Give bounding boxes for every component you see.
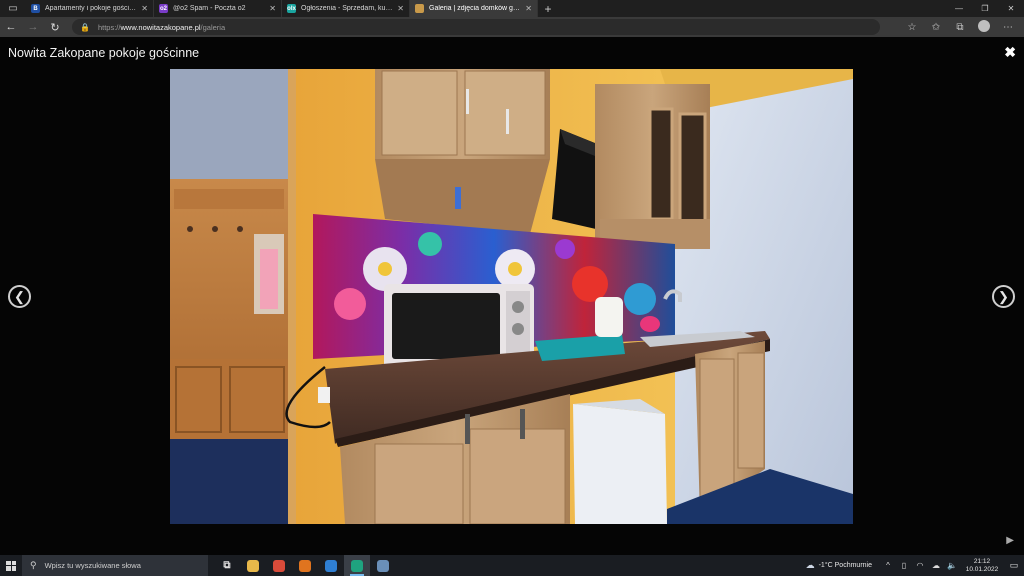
taskbar-app[interactable]: ⧉	[214, 555, 240, 576]
browser-tab[interactable]: Galeria | zdjęcia domków górals ✕	[410, 0, 538, 17]
profile-avatar[interactable]	[972, 19, 996, 35]
lock-icon[interactable]: 🔒	[80, 23, 90, 32]
previous-image-button[interactable]: ❮	[8, 285, 31, 308]
gallery-photo-kitchenette	[170, 69, 853, 524]
browser-tab[interactable]: B Apartamenty i pokoje gościnne N ✕	[26, 0, 154, 17]
gallery-lightbox: Nowita Zakopane pokoje gościnne ✖ ❮ ❯ ▶	[0, 37, 1024, 555]
window-close-icon[interactable]: ✕	[998, 0, 1024, 17]
favorites-icon[interactable]: ✩	[924, 22, 948, 33]
taskbar-app[interactable]	[344, 555, 370, 576]
chevron-up-icon[interactable]: ^	[880, 561, 896, 570]
search-placeholder: Wpisz tu wyszukiwane słowa	[44, 561, 141, 570]
clock-date: 10.01.2022	[965, 565, 999, 573]
edge-icon	[351, 559, 363, 572]
forward-icon[interactable]: →	[22, 21, 44, 33]
start-button[interactable]	[0, 555, 22, 576]
mail-icon	[325, 559, 337, 572]
taskbar-app[interactable]	[240, 555, 266, 576]
device-icon[interactable]: ▯	[896, 561, 912, 570]
url-field[interactable]: 🔒 https:// www.nowitazakopane.pl /galeri…	[72, 19, 880, 35]
tab-close-icon[interactable]: ✕	[269, 4, 276, 13]
favorite-add-icon[interactable]: ☆	[900, 22, 924, 33]
taskbar-app[interactable]	[370, 555, 396, 576]
windows-logo-icon	[6, 560, 16, 571]
onedrive-icon[interactable]: ☁	[928, 561, 944, 570]
booking-icon: B	[31, 4, 40, 13]
menu-icon[interactable]: ⋯	[996, 22, 1020, 33]
browser-toolbar: ☆ ✩ ⧉ ⋯	[900, 19, 1024, 35]
lightbox-close-icon[interactable]: ✖	[1004, 44, 1016, 61]
tab-close-icon[interactable]: ✕	[141, 4, 148, 13]
clock-time: 21:12	[973, 558, 991, 566]
tab-title: Galeria | zdjęcia domków górals	[429, 5, 522, 12]
weather-text: Pochmurnie	[834, 562, 872, 569]
network-icon[interactable]: ◠	[912, 561, 928, 570]
tab-title: Apartamenty i pokoje gościnne N	[45, 5, 137, 12]
restore-icon[interactable]: ❐	[972, 0, 998, 17]
taskbar-app[interactable]	[318, 555, 344, 576]
site-icon	[415, 4, 424, 13]
olx-icon: olx	[287, 4, 296, 13]
collections-icon[interactable]: ⧉	[948, 22, 972, 33]
url-scheme: https://	[97, 22, 121, 32]
url-path: /galeria	[200, 22, 226, 32]
chrome-icon	[273, 559, 285, 572]
system-tray: ☁ -1°C Pochmurnie ^ ▯ ◠ ☁ 🔈 21:12 10.01.…	[806, 555, 1024, 576]
next-image-button[interactable]: ❯	[992, 285, 1015, 308]
search-icon: ⚲	[30, 560, 37, 570]
file-explorer-icon	[247, 559, 259, 572]
new-tab-button[interactable]: +	[538, 2, 558, 16]
tab-title: Ogłoszenia - Sprzedam, kupię n	[301, 5, 394, 12]
volume-icon[interactable]: 🔈	[944, 561, 960, 570]
browser-tab-strip: ▭ B Apartamenty i pokoje gościnne N ✕ o2 @o2…	[0, 0, 1024, 17]
browser-tab[interactable]: o2 @o2 Spam - Poczta o2 ✕	[154, 0, 282, 17]
lightbox-title: Nowita Zakopane pokoje gościnne	[8, 46, 200, 60]
weather-temp: -1°C	[818, 562, 833, 569]
weather-widget[interactable]: ☁ -1°C Pochmurnie	[806, 560, 872, 571]
tab-actions-icon[interactable]: ▭	[0, 0, 26, 17]
back-icon[interactable]: ←	[0, 21, 22, 33]
firefox-icon	[299, 559, 311, 572]
url-host: www.nowitazakopane.pl	[120, 22, 201, 32]
address-bar-row: ← → ↻ 🔒 https:// www.nowitazakopane.pl /…	[0, 17, 1024, 37]
window-controls: — ❐ ✕	[946, 0, 1024, 17]
slideshow-play-icon[interactable]: ▶	[1006, 535, 1014, 546]
minimize-icon[interactable]: —	[946, 0, 972, 17]
tab-title: @o2 Spam - Poczta o2	[173, 5, 246, 12]
tab-close-icon[interactable]: ✕	[397, 4, 404, 13]
taskbar-search-box[interactable]: ⚲ Wpisz tu wyszukiwane słowa	[22, 555, 208, 576]
taskbar-app[interactable]	[292, 555, 318, 576]
cloud-icon: ☁	[805, 560, 815, 570]
notifications-icon[interactable]: ▭	[1004, 560, 1024, 571]
photos-icon	[377, 559, 389, 572]
o2-mail-icon: o2	[159, 4, 168, 13]
windows-taskbar: ⚲ Wpisz tu wyszukiwane słowa ⧉ ☁ -1°C Po…	[0, 555, 1024, 576]
task-view-icon: ⧉	[223, 560, 231, 571]
taskbar-app[interactable]	[266, 555, 292, 576]
clock[interactable]: 21:12 10.01.2022	[960, 558, 1004, 573]
browser-tab[interactable]: olx Ogłoszenia - Sprzedam, kupię n ✕	[282, 0, 410, 17]
refresh-icon[interactable]: ↻	[44, 21, 66, 34]
tab-close-icon[interactable]: ✕	[525, 4, 532, 13]
